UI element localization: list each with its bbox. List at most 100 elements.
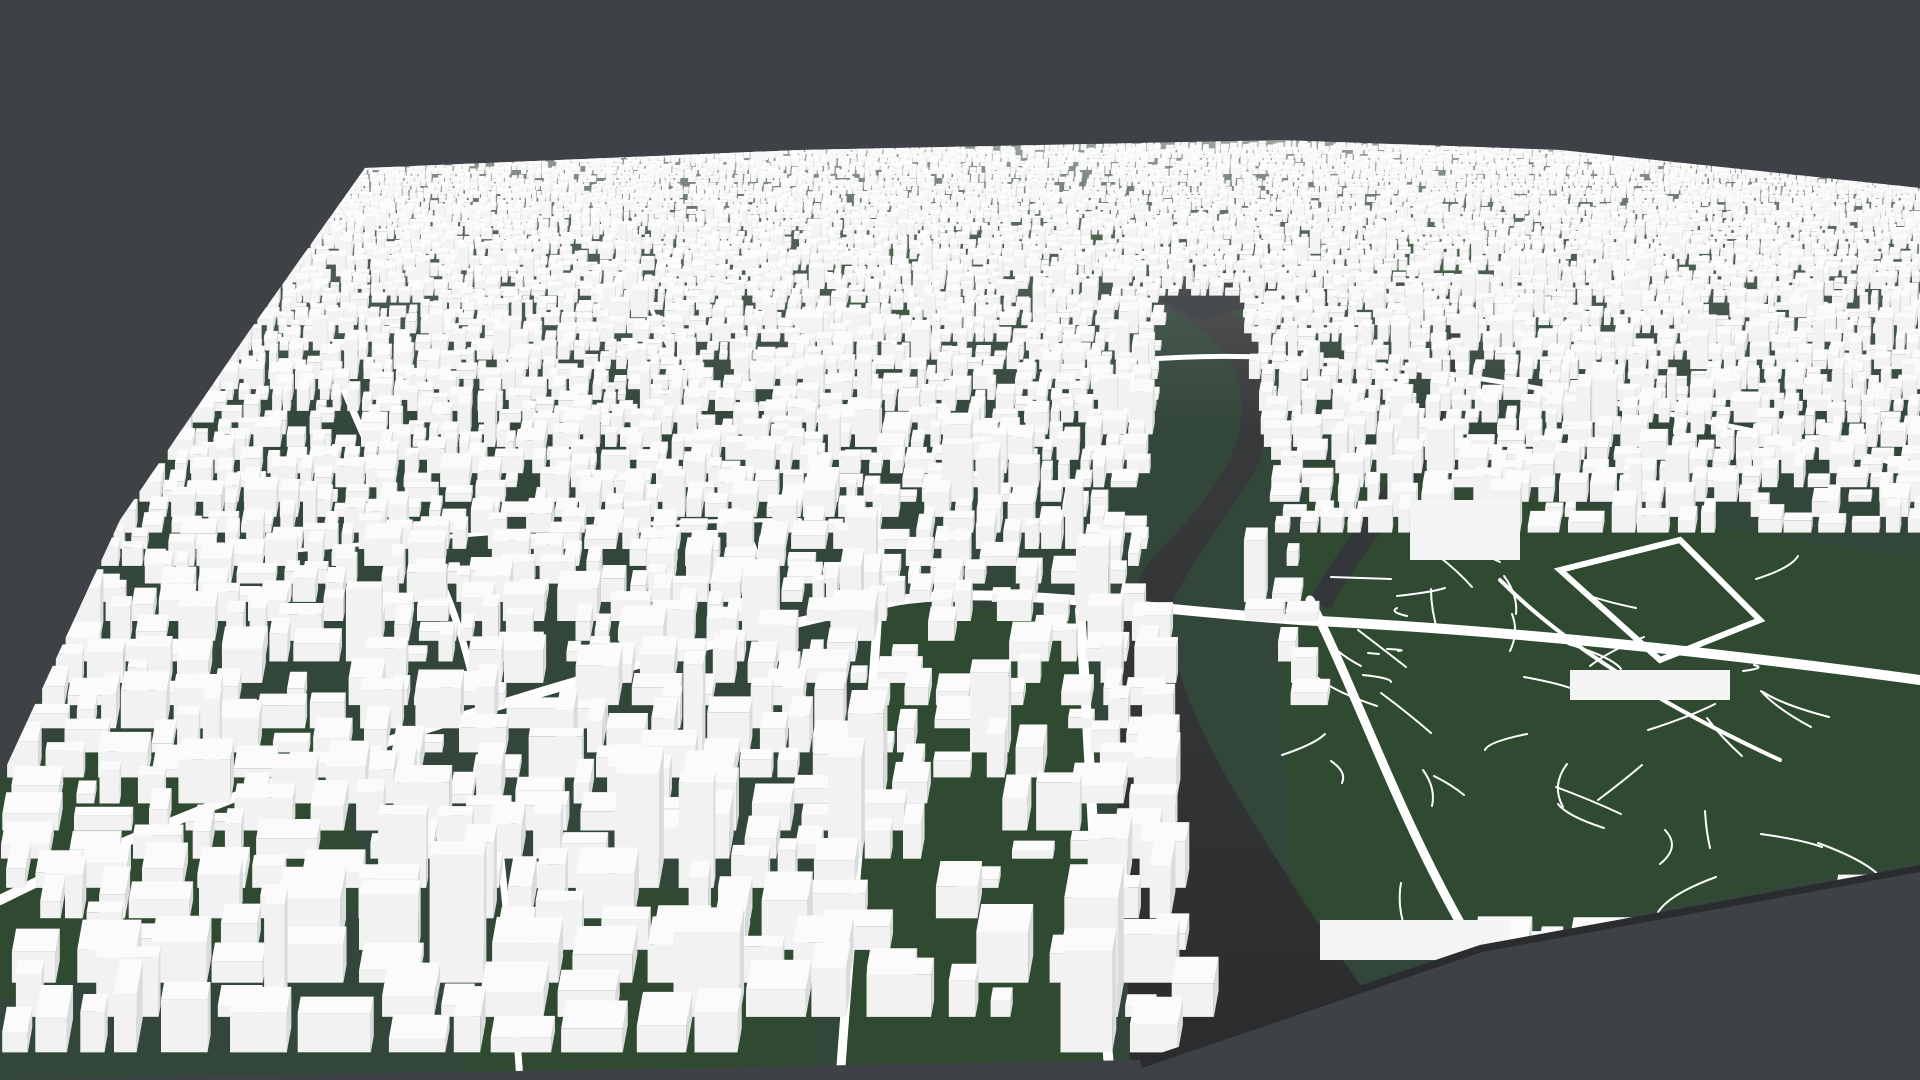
building (503, 155, 511, 162)
building (1780, 144, 1788, 150)
building (1914, 147, 1920, 154)
building (1838, 141, 1843, 150)
building (1680, 143, 1690, 150)
building (1869, 164, 1874, 170)
building (1620, 147, 1626, 154)
building (1762, 159, 1770, 170)
building (1705, 156, 1713, 166)
building (1903, 140, 1908, 150)
building (611, 141, 618, 150)
building (571, 140, 579, 150)
building (1806, 162, 1815, 170)
building (1742, 149, 1751, 158)
building (515, 149, 524, 158)
building (1665, 141, 1674, 150)
building (1885, 142, 1891, 150)
building (466, 145, 475, 154)
building (1876, 144, 1885, 150)
building (1788, 152, 1795, 158)
building (774, 140, 781, 150)
building (582, 146, 592, 154)
building (1754, 141, 1762, 150)
building (381, 152, 388, 158)
building (1823, 140, 1829, 150)
building (1818, 158, 1827, 166)
building (1733, 153, 1742, 162)
building (552, 147, 560, 158)
building (503, 149, 509, 158)
city-3d-scene[interactable] (0, 0, 1920, 1080)
building (1587, 145, 1594, 154)
building (1716, 149, 1724, 158)
building (1799, 149, 1807, 158)
building (1600, 142, 1607, 150)
building (1681, 150, 1687, 158)
building (1831, 151, 1837, 158)
building (405, 142, 411, 150)
building (1852, 151, 1860, 162)
building (1822, 151, 1832, 158)
building (591, 147, 596, 154)
building (417, 144, 427, 154)
building (456, 152, 464, 162)
building (454, 151, 462, 158)
building (1806, 142, 1816, 150)
building (1745, 140, 1754, 150)
building (1841, 158, 1847, 166)
building (1724, 157, 1732, 166)
building (1873, 151, 1881, 158)
building (599, 150, 607, 158)
building (1607, 142, 1615, 150)
building (1911, 154, 1918, 162)
building (1580, 140, 1586, 150)
building (1826, 168, 1831, 178)
building (1890, 140, 1899, 150)
building (1634, 145, 1643, 154)
building (1759, 153, 1767, 162)
building (782, 143, 791, 150)
building (592, 152, 599, 158)
building (1767, 151, 1776, 158)
building (579, 151, 586, 158)
building (1877, 167, 1887, 174)
building (593, 142, 599, 150)
building (390, 144, 396, 154)
building (711, 146, 719, 154)
building (623, 148, 631, 154)
building (586, 151, 593, 158)
building (733, 145, 740, 150)
building (1901, 163, 1909, 170)
building (1897, 177, 1906, 186)
building (630, 146, 636, 154)
building (1899, 145, 1906, 154)
building (525, 144, 533, 150)
building (625, 148, 630, 158)
building (403, 158, 410, 166)
building (1791, 162, 1798, 170)
building (665, 140, 674, 150)
building (458, 147, 466, 154)
building (510, 155, 518, 162)
building (1642, 147, 1650, 158)
building (429, 152, 437, 162)
map-viewport[interactable] (0, 0, 1920, 1080)
building (1775, 153, 1785, 162)
building (579, 140, 586, 150)
building (1915, 140, 1920, 150)
building (1742, 158, 1750, 166)
building (1816, 142, 1824, 150)
building (1793, 156, 1800, 162)
building (1829, 143, 1837, 150)
building (426, 144, 435, 154)
building (652, 142, 660, 150)
building (1695, 143, 1705, 154)
building (1615, 143, 1622, 150)
building (1915, 150, 1920, 158)
building (1835, 160, 1841, 166)
building (1907, 149, 1915, 158)
building (630, 148, 635, 158)
building (378, 153, 387, 162)
building (1751, 154, 1758, 162)
building (1783, 149, 1788, 158)
building (1865, 151, 1873, 162)
